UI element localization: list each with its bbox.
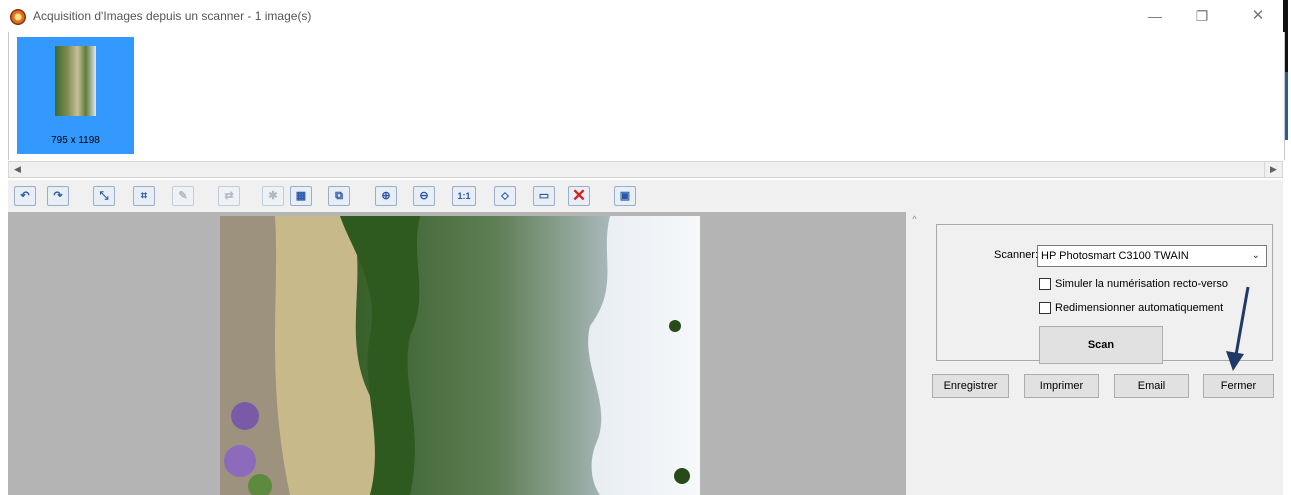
fit-width-icon[interactable]: ▭ [533, 186, 555, 206]
rotate-left-icon[interactable]: ↶ [14, 186, 36, 206]
title-bar: Acquisition d'Images depuis un scanner -… [0, 0, 1283, 32]
scanner-label: Scanner: [994, 249, 1039, 261]
paste-icon[interactable]: ▣ [614, 186, 636, 206]
chevron-down-icon: ⌄ [1251, 250, 1260, 261]
thumbnail-label: 795 x 1198 [51, 135, 100, 146]
fit-window-icon[interactable]: ⬦ [494, 186, 516, 206]
auto-resize-checkbox[interactable] [1039, 302, 1051, 314]
flip-icon[interactable]: ⇄ [218, 186, 240, 206]
window-title: Acquisition d'Images depuis un scanner -… [33, 9, 312, 23]
maximize-button[interactable]: ❐ [1180, 4, 1224, 28]
auto-resize-label: Redimensionner automatiquement [1055, 302, 1224, 314]
minimize-button[interactable]: — [1133, 4, 1177, 28]
panel-scrollbar[interactable]: ^ [906, 212, 923, 495]
scroll-left-arrow-icon[interactable]: ◀ [9, 162, 26, 177]
thumbnail-image [55, 46, 96, 116]
scanned-image-preview [220, 216, 700, 495]
scanner-select[interactable]: HP Photosmart C3100 TWAIN ⌄ [1037, 245, 1267, 267]
thumbnail-item[interactable]: 795 x 1198 [17, 37, 134, 154]
edit-icon[interactable]: ✎ [172, 186, 194, 206]
thumbnail-scrollbar[interactable]: ◀ ▶ [8, 161, 1283, 178]
rotate-right-icon[interactable]: ↷ [47, 186, 69, 206]
scanner-select-value: HP Photosmart C3100 TWAIN [1041, 250, 1189, 262]
print-button[interactable]: Imprimer [1024, 374, 1099, 398]
simulate-duplex-checkbox[interactable] [1039, 278, 1051, 290]
thumbnail-strip: 795 x 1198 [8, 32, 1285, 160]
scroll-right-arrow-icon[interactable]: ▶ [1264, 162, 1282, 177]
resize-icon[interactable]: ⤡ [93, 186, 115, 206]
close-button[interactable]: Fermer [1203, 374, 1274, 398]
simulate-duplex-label: Simuler la numérisation recto-verso [1055, 278, 1229, 290]
crop-icon[interactable]: ⌗ [133, 186, 155, 206]
scan-button[interactable]: Scan [1039, 326, 1163, 364]
scroll-up-arrow-icon[interactable]: ^ [906, 214, 923, 224]
zoom-in-icon[interactable]: ⊕ [375, 186, 397, 206]
delete-icon[interactable]: ✕ [568, 186, 590, 206]
close-window-button[interactable]: ✕ [1236, 4, 1280, 28]
copy-icon[interactable]: ⧉ [328, 186, 350, 206]
actual-size-icon[interactable]: 1:1 [452, 186, 476, 206]
save-button[interactable]: Enregistrer [932, 374, 1009, 398]
new-page-icon[interactable]: ✱ [262, 186, 284, 206]
annotation-arrow-icon [1226, 286, 1250, 371]
image-properties-icon[interactable]: ▦ [290, 186, 312, 206]
email-button[interactable]: Email [1114, 374, 1189, 398]
app-icon [10, 9, 26, 25]
image-toolbar: ↶ ↷ ⤡ ⌗ ✎ ⇄ ✱ ▦ ⧉ ⊕ ⊖ 1:1 ⬦ ▭ ✕ ▣ [8, 180, 1283, 212]
zoom-out-icon[interactable]: ⊖ [413, 186, 435, 206]
